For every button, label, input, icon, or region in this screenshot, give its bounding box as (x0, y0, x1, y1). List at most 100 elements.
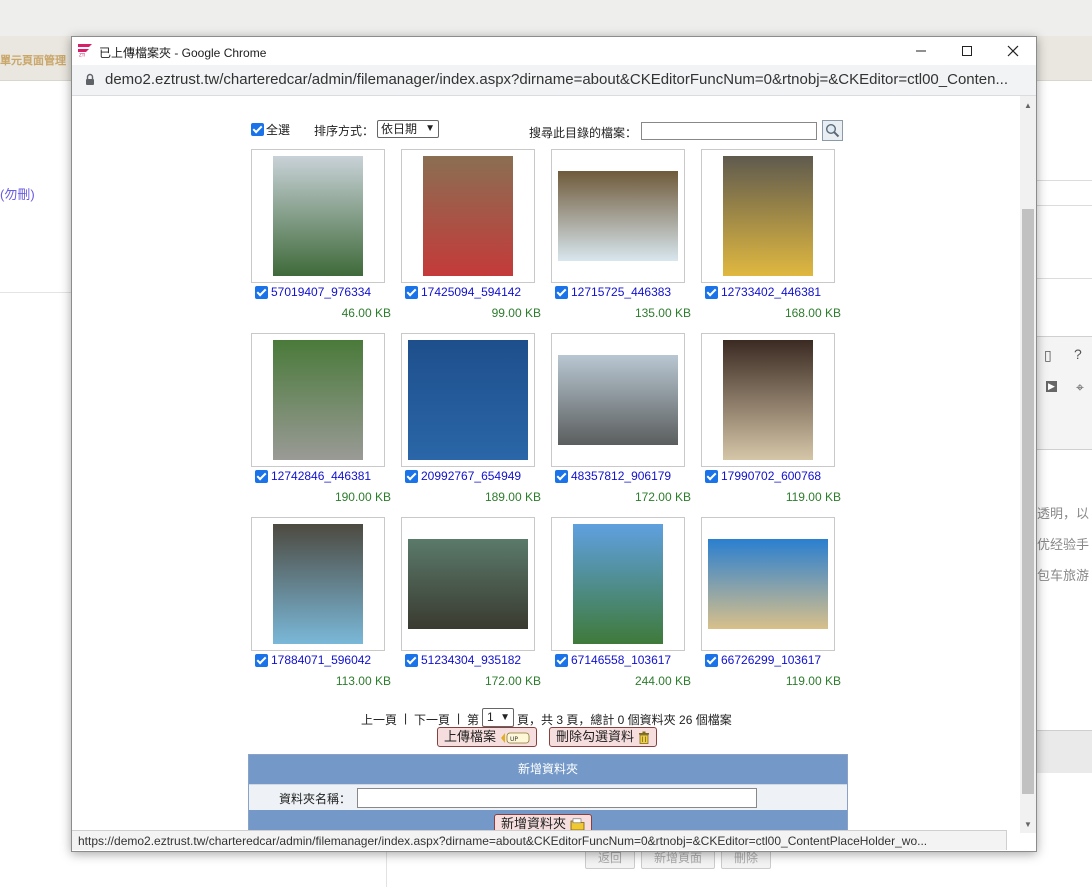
file-thumbnail[interactable] (251, 517, 385, 651)
background-page-title: 單元頁面管理 (0, 55, 66, 67)
file-checkbox[interactable] (555, 285, 568, 299)
file-tile[interactable]: 17884071_596042 113.00 KB (251, 517, 391, 697)
search-button[interactable] (822, 120, 843, 141)
file-name-link[interactable]: 17884071_596042 (271, 653, 371, 667)
sort-select[interactable]: 依日期 ▼ (377, 120, 439, 138)
background-top-band (0, 0, 1092, 36)
file-thumbnail[interactable] (551, 517, 685, 651)
file-size: 244.00 KB (634, 674, 691, 688)
page-select[interactable]: 1 ▼ (482, 708, 514, 727)
file-thumbnail[interactable] (401, 149, 535, 283)
delete-checked-button[interactable]: 刪除勾選資料 (549, 727, 658, 747)
file-name-row[interactable]: 20992767_654949 (405, 469, 521, 483)
file-name-link[interactable]: 12733402_446381 (721, 285, 821, 299)
file-size: 172.00 KB (484, 674, 541, 688)
background-text-line: 优经验手 (1037, 537, 1090, 552)
photo-image (423, 156, 513, 276)
file-tile[interactable]: 67146558_103617 244.00 KB (551, 517, 691, 697)
file-tile[interactable]: 51234304_935182 172.00 KB (401, 517, 541, 697)
file-checkbox[interactable] (255, 285, 268, 299)
file-thumbnail[interactable] (251, 333, 385, 467)
file-thumbnail[interactable] (401, 517, 535, 651)
file-tile[interactable]: 17425094_594142 99.00 KB (401, 149, 541, 329)
file-name-link[interactable]: 12742846_446381 (271, 469, 371, 483)
file-tile[interactable]: 12742846_446381 190.00 KB (251, 333, 391, 513)
file-name-link[interactable]: 20992767_654949 (421, 469, 521, 483)
file-thumbnail[interactable] (701, 149, 835, 283)
file-name-row[interactable]: 12742846_446381 (255, 469, 371, 483)
file-name-row[interactable]: 51234304_935182 (405, 653, 521, 667)
file-checkbox[interactable] (405, 285, 418, 299)
file-thumbnail[interactable] (701, 333, 835, 467)
upload-button-label: 上傳檔案 (444, 729, 497, 744)
folder-name-input[interactable] (357, 788, 757, 808)
file-tile[interactable]: 48357812_906179 172.00 KB (551, 333, 691, 513)
file-checkbox[interactable] (255, 653, 268, 667)
file-name-row[interactable]: 12733402_446381 (705, 285, 821, 299)
file-checkbox[interactable] (705, 469, 718, 483)
prev-page-link[interactable]: 上一頁 (361, 711, 397, 728)
file-checkbox[interactable] (255, 469, 268, 483)
file-name-row[interactable]: 17425094_594142 (405, 285, 521, 299)
file-thumbnail[interactable] (701, 517, 835, 651)
url-text[interactable]: demo2.eztrust.tw/charteredcar/admin/file… (105, 71, 1025, 88)
file-name-link[interactable]: 67146558_103617 (571, 653, 671, 667)
upload-button[interactable]: 上傳檔案 UP (437, 727, 538, 747)
file-thumbnail[interactable] (401, 333, 535, 467)
file-checkbox[interactable] (555, 653, 568, 667)
scroll-up-icon[interactable]: ▲ (1024, 101, 1032, 110)
file-thumbnail[interactable] (251, 149, 385, 283)
file-name-row[interactable]: 67146558_103617 (555, 653, 671, 667)
address-bar[interactable]: demo2.eztrust.tw/charteredcar/admin/file… (72, 65, 1036, 96)
photo-image (558, 171, 678, 261)
lock-icon (86, 73, 94, 85)
file-name-row[interactable]: 17990702_600768 (705, 469, 821, 483)
file-thumbnail[interactable] (551, 333, 685, 467)
file-name-link[interactable]: 17425094_594142 (421, 285, 521, 299)
file-name-row[interactable]: 17884071_596042 (255, 653, 371, 667)
file-name-link[interactable]: 57019407_976334 (271, 285, 371, 299)
search-input[interactable] (641, 122, 817, 140)
file-size: 189.00 KB (484, 490, 541, 504)
file-name-row[interactable]: 66726299_103617 (705, 653, 821, 667)
next-page-link[interactable]: 下一頁 (414, 711, 450, 728)
file-name-row[interactable]: 12715725_446383 (555, 285, 671, 299)
window-titlebar[interactable]: ZTI 已上傳檔案夾 - Google Chrome (72, 37, 1036, 65)
minimize-button[interactable] (898, 37, 944, 65)
page-select-value: 1 (487, 710, 494, 724)
select-all-checkbox[interactable]: 全選 (251, 121, 290, 138)
background-delete-note: (勿刪) (0, 187, 35, 202)
photo-image (723, 156, 813, 276)
file-checkbox[interactable] (705, 653, 718, 667)
file-name-link[interactable]: 51234304_935182 (421, 653, 521, 667)
file-name-row[interactable]: 57019407_976334 (255, 285, 371, 299)
file-tile[interactable]: 17990702_600768 119.00 KB (701, 333, 841, 513)
background-footer-band (1036, 730, 1092, 773)
scroll-down-icon[interactable]: ▼ (1024, 820, 1032, 829)
file-tile[interactable]: 12715725_446383 135.00 KB (551, 149, 691, 329)
file-tile[interactable]: 57019407_976334 46.00 KB (251, 149, 391, 329)
file-name-link[interactable]: 12715725_446383 (571, 285, 671, 299)
file-name-row[interactable]: 48357812_906179 (555, 469, 671, 483)
file-thumbnail[interactable] (551, 149, 685, 283)
page-summary: 頁，共 3 頁，總計 0 個資料夾 26 個檔案 (517, 713, 732, 727)
new-folder-panel: 新增資料夾 資料夾名稱： 新增資料夾 (248, 754, 848, 833)
file-checkbox[interactable] (705, 285, 718, 299)
maximize-button[interactable] (944, 37, 990, 65)
background-text-line: 透明，以 (1037, 506, 1090, 521)
file-tile[interactable]: 20992767_654949 189.00 KB (401, 333, 541, 513)
file-tile[interactable]: 66726299_103617 119.00 KB (701, 517, 841, 697)
file-size: 168.00 KB (784, 306, 841, 320)
file-checkbox[interactable] (555, 469, 568, 483)
close-button[interactable] (990, 37, 1036, 65)
file-checkbox[interactable] (405, 653, 418, 667)
background-divider (0, 292, 72, 293)
vertical-scrollbar[interactable]: ▲ ▼ (1020, 96, 1036, 833)
scrollbar-thumb[interactable] (1022, 209, 1034, 794)
file-name-link[interactable]: 66726299_103617 (721, 653, 821, 667)
file-checkbox[interactable] (405, 469, 418, 483)
maximize-icon (962, 46, 972, 56)
file-tile[interactable]: 12733402_446381 168.00 KB (701, 149, 841, 329)
file-name-link[interactable]: 48357812_906179 (571, 469, 671, 483)
file-name-link[interactable]: 17990702_600768 (721, 469, 821, 483)
